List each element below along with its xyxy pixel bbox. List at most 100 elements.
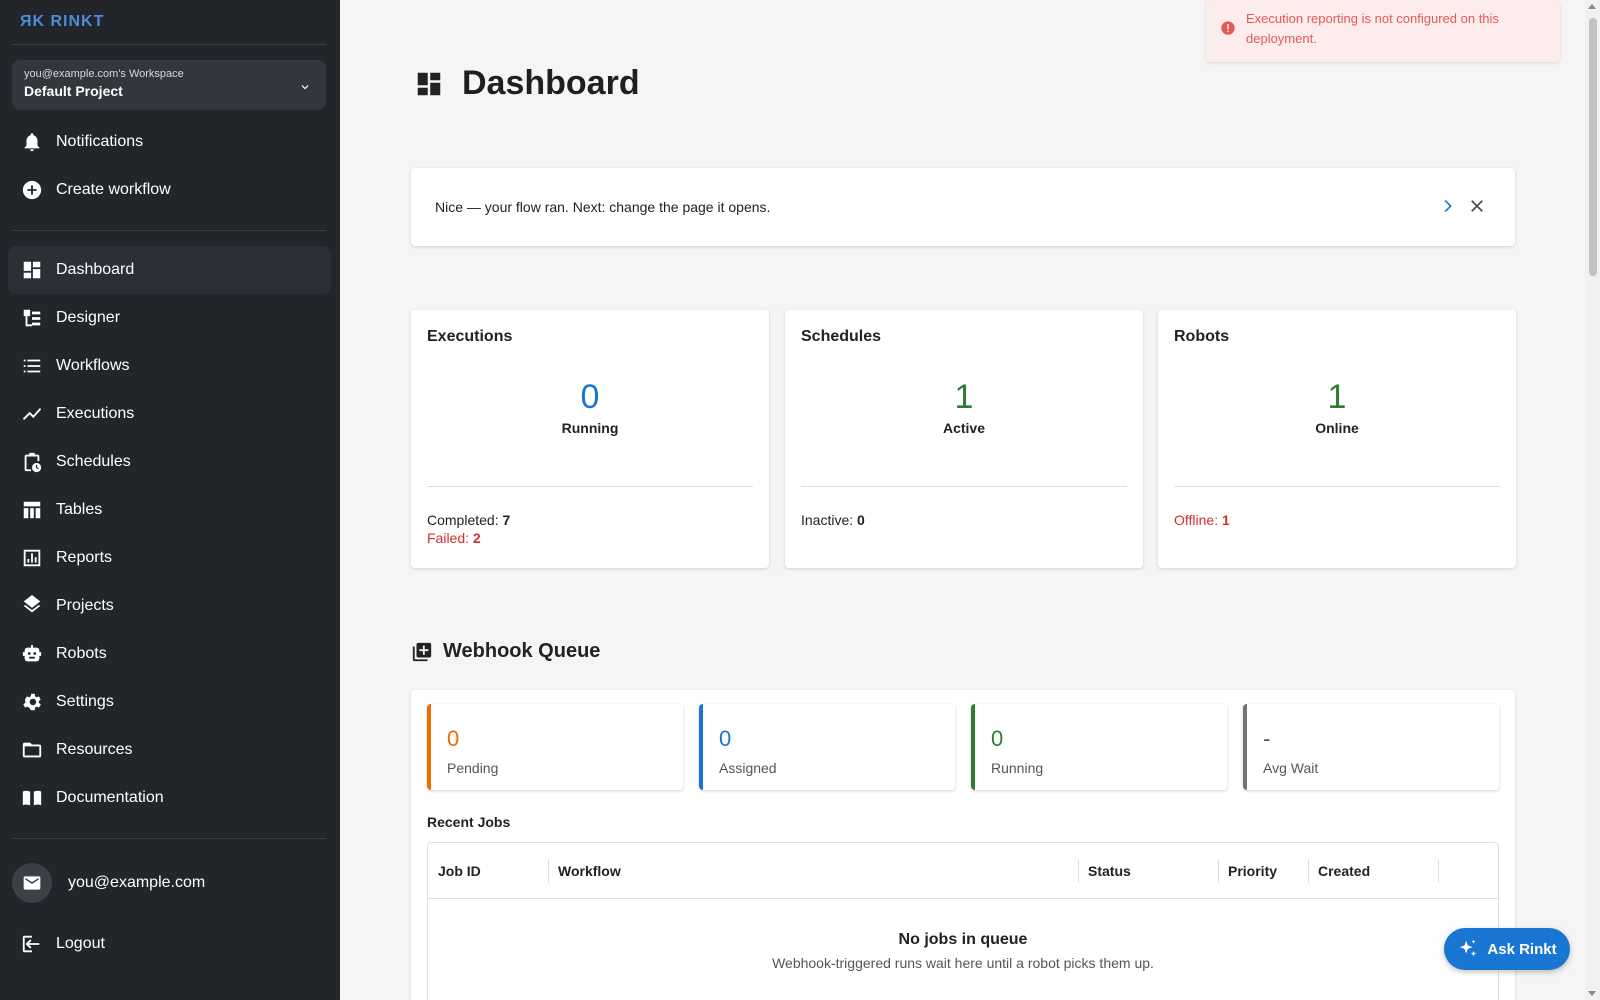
sidebar-item-schedules[interactable]: Schedules	[8, 438, 331, 486]
scroll-up-arrow[interactable]	[1588, 4, 1596, 9]
sidebar: ЯK RINKT you@example.com's Workspace Def…	[0, 0, 340, 1000]
card-title: Executions	[427, 328, 513, 345]
sidebar-item-dashboard[interactable]: Dashboard	[8, 246, 331, 294]
avg-wait-label: Avg Wait	[1263, 760, 1319, 776]
sidebar-item-create-workflow[interactable]: Create workflow	[8, 166, 331, 214]
card-sublabel: Running	[561, 420, 619, 436]
scroll-down-arrow[interactable]	[1588, 991, 1596, 996]
completed-label: Completed:	[427, 512, 499, 528]
onboarding-banner: Nice — your flow ran. Next: change the p…	[411, 168, 1515, 246]
webhook-queue-header: Webhook Queue	[411, 640, 600, 663]
empty-state-subtitle: Webhook-triggered runs wait here until a…	[772, 955, 1154, 971]
sidebar-item-robots[interactable]: Robots	[8, 630, 331, 678]
column-separator[interactable]	[1218, 859, 1219, 883]
column-separator[interactable]	[1078, 859, 1079, 883]
schedules-card[interactable]: Schedules 1 Active Inactive: 0	[785, 310, 1143, 568]
app-logo[interactable]: ЯK RINKT	[20, 12, 104, 32]
sidebar-item-label: Documentation	[56, 789, 164, 806]
workspace-owner: you@example.com's Workspace	[24, 68, 184, 80]
sidebar-item-label: Tables	[56, 501, 103, 518]
column-header-workflow[interactable]: Workflow	[558, 863, 621, 879]
bell-icon	[20, 130, 44, 154]
banner-text: Nice — your flow ran. Next: change the p…	[435, 199, 771, 215]
pending-label: Pending	[447, 760, 499, 776]
card-sublabel: Active	[942, 420, 986, 436]
assigned-label: Assigned	[719, 760, 777, 776]
list-icon	[20, 354, 44, 378]
empty-state-title: No jobs in queue	[898, 931, 1028, 948]
sidebar-item-settings[interactable]: Settings	[8, 678, 331, 726]
logout-label: Logout	[56, 935, 105, 952]
schedule-icon	[20, 450, 44, 474]
column-header-created[interactable]: Created	[1318, 863, 1370, 879]
offline-count: 1	[1222, 512, 1230, 528]
add-circle-icon	[20, 178, 44, 202]
ask-rinkt-button[interactable]: Ask Rinkt	[1444, 928, 1570, 970]
queue-running-count: 0	[991, 726, 1004, 751]
card-sublabel: Online	[1315, 420, 1359, 436]
error-icon	[1221, 21, 1235, 35]
sidebar-item-documentation[interactable]: Documentation	[8, 774, 331, 822]
sidebar-divider	[12, 44, 326, 45]
queue-add-icon	[412, 642, 432, 661]
sidebar-item-label: Workflows	[56, 357, 130, 374]
inactive-count: 0	[857, 512, 865, 528]
user-profile[interactable]: you@example.com	[12, 862, 326, 904]
sidebar-item-label: Executions	[56, 405, 135, 422]
active-count: 1	[954, 378, 974, 416]
error-toast: Execution reporting is not configured on…	[1206, 0, 1560, 62]
sidebar-item-notifications[interactable]: Notifications	[8, 118, 331, 166]
close-icon[interactable]	[1467, 196, 1487, 216]
sidebar-item-resources[interactable]: Resources	[8, 726, 331, 774]
sidebar-item-executions[interactable]: Executions	[8, 390, 331, 438]
sidebar-item-label: Notifications	[56, 133, 144, 150]
gear-icon	[20, 690, 44, 714]
sidebar-item-reports[interactable]: Reports	[8, 534, 331, 582]
column-separator[interactable]	[548, 859, 549, 883]
table-icon	[20, 498, 44, 522]
robots-card[interactable]: Robots 1 Online Offline: 1	[1158, 310, 1516, 568]
sidebar-item-label: Dashboard	[56, 261, 135, 278]
chevron-right-icon[interactable]	[1437, 196, 1457, 216]
page-header: Dashboard	[414, 64, 640, 103]
card-divider	[801, 486, 1127, 487]
logout-icon	[20, 932, 44, 956]
trend-icon	[20, 402, 44, 426]
sidebar-item-label: Designer	[56, 309, 121, 326]
sidebar-item-tables[interactable]: Tables	[8, 486, 331, 534]
folder-icon	[20, 738, 44, 762]
online-count: 1	[1327, 378, 1347, 416]
column-separator[interactable]	[1438, 859, 1439, 883]
toast-message: Execution reporting is not configured on…	[1246, 11, 1499, 46]
sidebar-divider	[12, 230, 326, 231]
scrollbar-thumb[interactable]	[1589, 18, 1597, 276]
assigned-card: 0 Assigned	[699, 704, 955, 790]
sidebar-item-designer[interactable]: Designer	[8, 294, 331, 342]
failed-line: Failed: 2	[427, 530, 481, 546]
column-separator[interactable]	[1308, 859, 1309, 883]
page-title: Dashboard	[462, 64, 640, 102]
main-content: Dashboard Nice — your flow ran. Next: ch…	[340, 0, 1585, 1000]
column-header-job-id[interactable]: Job ID	[438, 863, 481, 879]
logout-button[interactable]: Logout	[8, 920, 331, 968]
column-header-priority[interactable]: Priority	[1228, 863, 1277, 879]
sidebar-item-workflows[interactable]: Workflows	[8, 342, 331, 390]
user-email: you@example.com	[68, 874, 206, 891]
sidebar-item-projects[interactable]: Projects	[8, 582, 331, 630]
workspace-selector[interactable]: you@example.com's Workspace Default Proj…	[12, 60, 326, 110]
workspace-project: Default Project	[24, 83, 123, 99]
card-divider	[427, 486, 753, 487]
inactive-line: Inactive: 0	[801, 512, 865, 528]
ask-rinkt-label: Ask Rinkt	[1487, 940, 1557, 958]
page-scrollbar[interactable]	[1585, 0, 1600, 1000]
failed-count: 2	[472, 530, 481, 546]
card-divider	[1174, 486, 1500, 487]
card-title: Robots	[1174, 328, 1230, 345]
column-header-status[interactable]: Status	[1088, 863, 1131, 879]
sparkle-icon	[1460, 939, 1477, 957]
sidebar-item-label: Reports	[56, 549, 113, 566]
executions-card[interactable]: Executions 0 Running Completed: 7 Failed…	[411, 310, 769, 568]
sidebar-item-label: Robots	[56, 645, 107, 662]
avg-wait-card: - Avg Wait	[1243, 704, 1499, 790]
sidebar-item-label: Projects	[56, 597, 114, 614]
